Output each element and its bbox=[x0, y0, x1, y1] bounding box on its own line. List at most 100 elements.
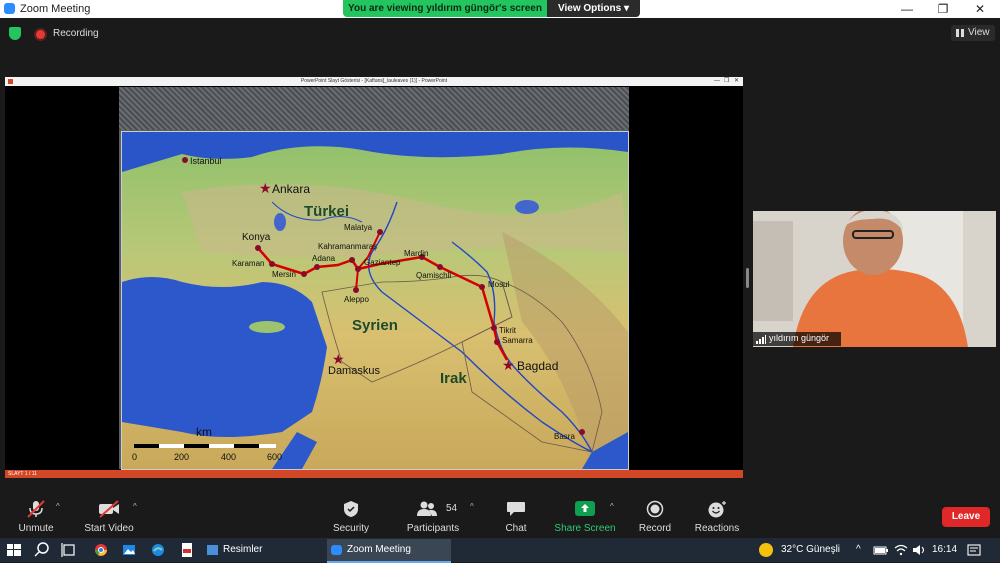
star-bagdad: ★ bbox=[502, 357, 515, 373]
search-icon[interactable] bbox=[33, 538, 51, 562]
taskbar-app-resimler[interactable]: Resimler bbox=[203, 539, 325, 561]
map-label-qamischli: Qamischli bbox=[416, 271, 451, 280]
start-video-label: Start Video bbox=[84, 523, 134, 534]
ppt-restore-button[interactable]: ❐ bbox=[724, 77, 729, 86]
map-label-malatya: Malatya bbox=[344, 223, 373, 232]
viewing-banner: You are viewing yıldırım güngör's screen… bbox=[343, 0, 640, 17]
salt-lake bbox=[274, 213, 286, 231]
map-label-samarra: Samarra bbox=[502, 336, 533, 345]
minimize-button[interactable]: — bbox=[889, 0, 925, 18]
task-view-icon[interactable] bbox=[60, 538, 78, 562]
city-dot-tikrit bbox=[491, 325, 497, 331]
unmute-button[interactable]: Unmute bbox=[12, 490, 60, 538]
start-video-button[interactable]: Start Video bbox=[80, 490, 138, 538]
participant-video bbox=[753, 211, 996, 347]
city-dot-mosul bbox=[479, 284, 485, 290]
notifications-icon[interactable] bbox=[966, 538, 982, 562]
view-options-button[interactable]: View Options ▾ bbox=[547, 0, 640, 17]
audio-options-caret[interactable]: ^ bbox=[54, 490, 66, 538]
leave-button[interactable]: Leave bbox=[942, 507, 990, 527]
smiley-icon bbox=[708, 501, 726, 518]
window-title: Zoom Meeting bbox=[20, 3, 91, 15]
map-label-konya: Konya bbox=[242, 232, 271, 243]
chat-label: Chat bbox=[505, 523, 527, 534]
scale-segment bbox=[134, 444, 159, 448]
meeting-toolbar: Unmute ^ Start Video ^ Security 54 Parti… bbox=[0, 490, 1000, 538]
security-label: Security bbox=[332, 523, 370, 534]
chat-button[interactable]: Chat bbox=[498, 490, 534, 538]
restore-button[interactable]: ❐ bbox=[925, 0, 961, 18]
shield-icon[interactable] bbox=[9, 27, 21, 40]
video-options-caret[interactable]: ^ bbox=[131, 490, 143, 538]
scale-unit-label: km bbox=[196, 425, 212, 439]
powerpoint-window-title: PowerPoint Slayt Gösterisi - [Kaftans]_l… bbox=[300, 78, 448, 84]
scale-segment bbox=[259, 444, 276, 448]
video-off-icon bbox=[99, 500, 119, 518]
edge-icon[interactable] bbox=[149, 538, 167, 562]
city-dot-karaman bbox=[269, 261, 275, 267]
participants-options-caret[interactable]: ^ bbox=[468, 490, 480, 538]
view-label: View bbox=[968, 27, 990, 38]
view-options-label: View Options bbox=[558, 3, 622, 14]
map-label-mersin: Mersin bbox=[272, 270, 296, 279]
security-shield-icon bbox=[344, 501, 358, 517]
map-label-karaman: Karaman bbox=[232, 259, 264, 268]
map-label-istanbul: Istanbul bbox=[190, 156, 222, 166]
city-dot-basra bbox=[579, 429, 585, 435]
weather-text[interactable]: 32°C Güneşli bbox=[781, 538, 840, 562]
participants-button[interactable]: 54 Participants bbox=[404, 490, 462, 538]
sunny-weather-icon bbox=[759, 543, 773, 557]
city-dot-istanbul bbox=[182, 157, 188, 163]
windows-start-icon[interactable] bbox=[5, 538, 23, 562]
map-label-mardin: Mardin bbox=[404, 249, 428, 258]
mediterranean-sea bbox=[122, 277, 327, 437]
map-label-adana: Adana bbox=[312, 254, 336, 263]
caret-up-icon: ^ bbox=[133, 502, 137, 511]
signal-bars-icon bbox=[756, 335, 766, 344]
shared-screen: PowerPoint Slayt Gösterisi - [Kaftans]_l… bbox=[5, 77, 743, 478]
ppt-minimize-button[interactable]: — bbox=[714, 77, 720, 86]
scale-segment bbox=[184, 444, 209, 448]
pdf-icon[interactable] bbox=[178, 538, 196, 562]
chrome-icon[interactable] bbox=[92, 538, 110, 562]
reactions-button[interactable]: Reactions bbox=[694, 490, 740, 538]
reactions-label: Reactions bbox=[694, 523, 740, 534]
map-label-tikrit: Tikrit bbox=[499, 326, 517, 335]
scale-tick-0: 0 bbox=[132, 452, 137, 462]
map-label-aleppo: Aleppo bbox=[344, 295, 369, 304]
volume-icon[interactable] bbox=[911, 538, 927, 562]
participants-icon bbox=[417, 501, 438, 516]
windows-taskbar: Resimler Zoom Meeting 32°C Güneşli ^ 16:… bbox=[0, 538, 1000, 563]
caret-up-icon: ^ bbox=[470, 502, 474, 511]
scale-tick-400: 400 bbox=[221, 452, 236, 462]
wifi-icon[interactable] bbox=[893, 538, 909, 562]
security-button[interactable]: Security bbox=[328, 490, 374, 538]
panel-resize-handle[interactable] bbox=[746, 268, 749, 288]
city-dot-qamischli bbox=[437, 264, 443, 270]
share-options-caret[interactable]: ^ bbox=[608, 490, 620, 538]
zoom-app-icon bbox=[331, 545, 342, 555]
star-ankara: ★ bbox=[259, 180, 272, 196]
battery-icon[interactable] bbox=[873, 538, 889, 562]
view-button[interactable]: View bbox=[951, 25, 995, 41]
map-label-damaskus: Damaskus bbox=[328, 365, 380, 377]
route-map: ★ ★ ★ Istanbul Ankara Türkei Konya Karam… bbox=[121, 131, 629, 470]
muted-microphone-icon bbox=[27, 500, 45, 518]
participant-name: yıldırım güngör bbox=[769, 333, 830, 343]
share-screen-button[interactable]: Share Screen bbox=[554, 490, 616, 538]
taskbar-app-zoom[interactable]: Zoom Meeting bbox=[327, 539, 451, 563]
clock-time[interactable]: 16:14 bbox=[932, 538, 957, 562]
recording-label: Recording bbox=[53, 28, 99, 39]
record-button[interactable]: Record bbox=[634, 490, 676, 538]
powerpoint-status-bar: SLAYT 1 / 11 bbox=[5, 470, 743, 478]
tray-caret-icon[interactable]: ^ bbox=[856, 538, 861, 562]
close-button[interactable]: ✕ bbox=[962, 0, 998, 18]
slide-counter: SLAYT 1 / 11 bbox=[8, 471, 37, 477]
ppt-close-button[interactable]: ✕ bbox=[734, 77, 739, 86]
scale-segment bbox=[234, 444, 259, 448]
participants-count: 54 bbox=[446, 503, 458, 514]
photos-app-icon[interactable] bbox=[120, 538, 138, 562]
map-label-ankara: Ankara bbox=[272, 182, 310, 196]
map-label-turkei: Türkei bbox=[304, 203, 349, 220]
scale-tick-200: 200 bbox=[174, 452, 189, 462]
